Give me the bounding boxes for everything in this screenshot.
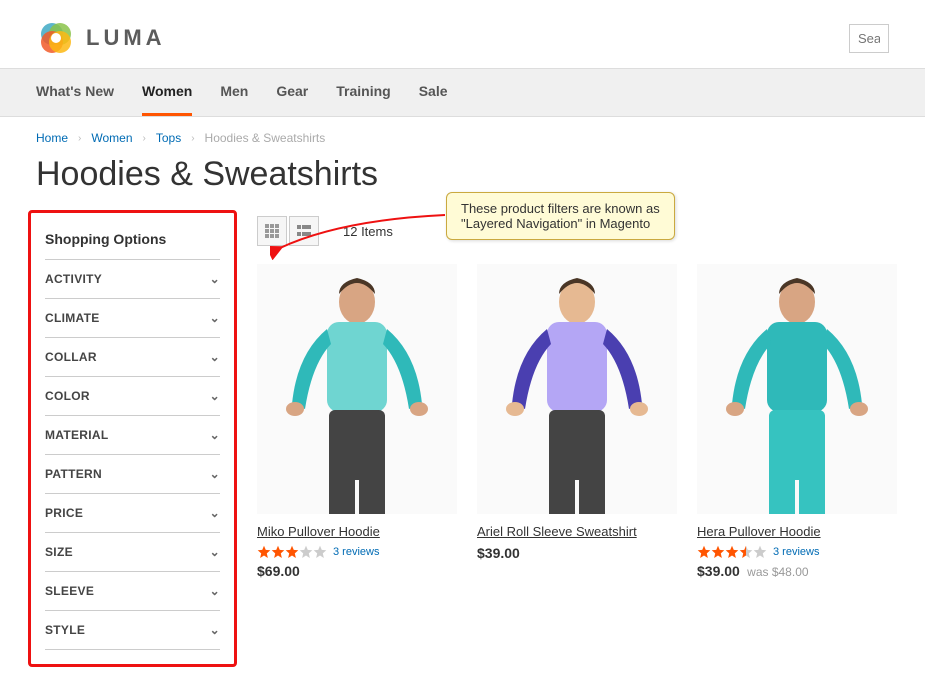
callout-line1: These product filters are known as — [461, 201, 660, 216]
filter-price[interactable]: PRICE ⌄ — [45, 494, 220, 533]
product-name-link[interactable]: Hera Pullover Hoodie — [697, 524, 897, 539]
chevron-down-icon: ⌄ — [210, 584, 220, 598]
filter-label: CLIMATE — [45, 311, 100, 325]
chevron-down-icon: ⌄ — [210, 506, 220, 520]
filter-label: STYLE — [45, 623, 85, 637]
chevron-right-icon: › — [191, 133, 194, 144]
filter-pattern[interactable]: PATTERN ⌄ — [45, 455, 220, 494]
filter-size[interactable]: SIZE ⌄ — [45, 533, 220, 572]
logo-mark-icon — [36, 18, 76, 58]
filter-material[interactable]: MATERIAL ⌄ — [45, 416, 220, 455]
product-image[interactable] — [697, 264, 897, 514]
chevron-down-icon: ⌄ — [210, 467, 220, 481]
chevron-down-icon: ⌄ — [210, 428, 220, 442]
price: $39.00 — [477, 545, 677, 561]
chevron-down-icon: ⌄ — [210, 623, 220, 637]
was-price: was $48.00 — [744, 565, 809, 579]
filter-style[interactable]: STYLE ⌄ — [45, 611, 220, 650]
shopping-options-heading: Shopping Options — [45, 223, 220, 260]
search-input[interactable] — [849, 24, 889, 53]
breadcrumb-link[interactable]: Women — [91, 131, 132, 145]
star-rating — [697, 545, 767, 559]
chevron-right-icon: › — [143, 133, 146, 144]
product-image[interactable] — [257, 264, 457, 514]
product-name-link[interactable]: Ariel Roll Sleeve Sweatshirt — [477, 524, 677, 539]
nav-item-what-s-new[interactable]: What's New — [36, 69, 114, 116]
rating-row: 3 reviews — [257, 545, 457, 559]
product-name-link[interactable]: Miko Pullover Hoodie — [257, 524, 457, 539]
grid-icon — [264, 223, 280, 239]
annotation-callout: These product filters are known as "Laye… — [446, 192, 675, 240]
breadcrumb-link[interactable]: Tops — [156, 131, 181, 145]
nav-item-women[interactable]: Women — [142, 69, 192, 116]
breadcrumb-link[interactable]: Home — [36, 131, 68, 145]
filter-label: MATERIAL — [45, 428, 109, 442]
header: LUMA — [0, 0, 925, 68]
price: $39.00 was $48.00 — [697, 563, 897, 579]
rating-row: 3 reviews — [697, 545, 897, 559]
filter-label: PRICE — [45, 506, 83, 520]
logo[interactable]: LUMA — [36, 18, 166, 58]
chevron-down-icon: ⌄ — [210, 311, 220, 325]
filter-sleeve[interactable]: SLEEVE ⌄ — [45, 572, 220, 611]
filter-label: ACTIVITY — [45, 272, 102, 286]
filter-label: SIZE — [45, 545, 73, 559]
filter-label: PATTERN — [45, 467, 102, 481]
chevron-down-icon: ⌄ — [210, 389, 220, 403]
filter-label: COLLAR — [45, 350, 97, 364]
layered-navigation-sidebar: Shopping Options ACTIVITY⌄CLIMATE⌄COLLAR… — [28, 210, 237, 667]
product-listing: 12 Items Miko Pullover Hoodie 3 reviews $6… — [257, 210, 897, 579]
list-icon — [296, 223, 312, 239]
nav-item-gear[interactable]: Gear — [276, 69, 308, 116]
reviews-link[interactable]: 3 reviews — [773, 546, 819, 558]
chevron-down-icon: ⌄ — [210, 272, 220, 286]
filter-climate[interactable]: CLIMATE ⌄ — [45, 299, 220, 338]
item-count: 12 Items — [343, 224, 393, 239]
chevron-down-icon: ⌄ — [210, 350, 220, 364]
nav-item-training[interactable]: Training — [336, 69, 390, 116]
breadcrumb: Home › Women › Tops › Hoodies & Sweatshirts — [0, 117, 925, 151]
filter-activity[interactable]: ACTIVITY ⌄ — [45, 260, 220, 299]
list-view-button[interactable] — [289, 216, 319, 246]
nav-item-men[interactable]: Men — [220, 69, 248, 116]
filter-color[interactable]: COLOR ⌄ — [45, 377, 220, 416]
product-card[interactable]: Miko Pullover Hoodie 3 reviews $69.00 — [257, 264, 457, 579]
price: $69.00 — [257, 563, 457, 579]
product-image[interactable] — [477, 264, 677, 514]
product-card[interactable]: Hera Pullover Hoodie 3 reviews $39.00 was … — [697, 264, 897, 579]
filter-collar[interactable]: COLLAR ⌄ — [45, 338, 220, 377]
chevron-down-icon: ⌄ — [210, 545, 220, 559]
nav-item-sale[interactable]: Sale — [419, 69, 448, 116]
chevron-right-icon: › — [78, 133, 81, 144]
main-nav: What's New Women Men Gear Training Sale — [0, 68, 925, 117]
product-card[interactable]: Ariel Roll Sleeve Sweatshirt $39.00 — [477, 264, 677, 579]
logo-text: LUMA — [86, 25, 166, 51]
filter-label: SLEEVE — [45, 584, 94, 598]
callout-line2: "Layered Navigation" in Magento — [461, 216, 660, 231]
star-rating — [257, 545, 327, 559]
breadcrumb-current: Hoodies & Sweatshirts — [205, 131, 326, 145]
reviews-link[interactable]: 3 reviews — [333, 546, 379, 558]
grid-view-button[interactable] — [257, 216, 287, 246]
filter-label: COLOR — [45, 389, 90, 403]
